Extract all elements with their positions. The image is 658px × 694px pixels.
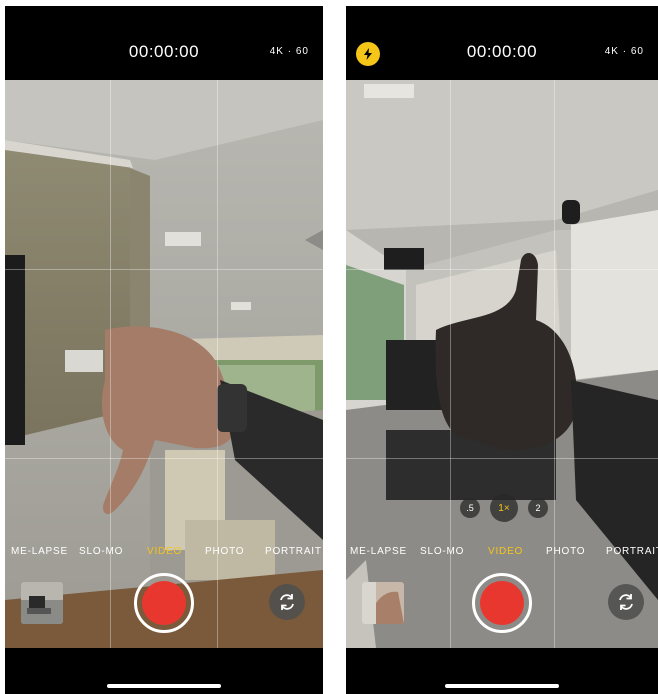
- mode-selector[interactable]: ME-LAPSE SLO-MO VIDEO PHOTO PORTRAIT: [346, 546, 658, 566]
- thumbnail-image: [21, 582, 63, 624]
- mode-selector[interactable]: ME-LAPSE SLO-MO VIDEO PHOTO PORTRAIT: [5, 546, 323, 566]
- mode-slomo[interactable]: SLO-MO: [420, 546, 464, 557]
- zoom-selector[interactable]: .5 1× 2: [460, 494, 548, 522]
- mode-photo[interactable]: PHOTO: [546, 546, 585, 557]
- record-button[interactable]: [134, 573, 194, 633]
- camera-screen-left: 00:00:00 4K · 60 ME-LAPSE SLO-MO VIDEO P…: [5, 6, 323, 694]
- mode-slomo[interactable]: SLO-MO: [79, 546, 123, 557]
- lightning-bolt-icon: [364, 48, 372, 60]
- mode-photo[interactable]: PHOTO: [205, 546, 244, 557]
- mode-portrait[interactable]: PORTRAIT: [265, 546, 322, 557]
- flash-button[interactable]: [356, 42, 380, 66]
- camera-flip-icon: [619, 594, 633, 610]
- mode-portrait[interactable]: PORTRAIT: [606, 546, 658, 557]
- last-capture-thumbnail[interactable]: [21, 582, 63, 624]
- mode-video[interactable]: VIDEO: [488, 546, 523, 557]
- top-bar: 00:00:00 4K · 60: [346, 6, 658, 80]
- camera-screen-right: 00:00:00 4K · 60 .5 1× 2 ME-LAPSE SLO-MO…: [346, 6, 658, 694]
- home-indicator[interactable]: [445, 684, 559, 688]
- video-format-toggle[interactable]: 4K · 60: [605, 46, 644, 57]
- recording-timer: 00:00:00: [128, 42, 200, 61]
- recording-timer: 00:00:00: [466, 42, 538, 61]
- zoom-2x[interactable]: 2: [528, 498, 548, 518]
- camera-flip-icon: [280, 594, 294, 610]
- mode-timelapse[interactable]: ME-LAPSE: [11, 546, 68, 557]
- thumbnail-image: [362, 582, 404, 624]
- video-format-toggle[interactable]: 4K · 60: [270, 46, 309, 57]
- mode-timelapse[interactable]: ME-LAPSE: [350, 546, 407, 557]
- mode-video[interactable]: VIDEO: [147, 546, 182, 557]
- zoom-1x[interactable]: 1×: [490, 494, 518, 522]
- record-button[interactable]: [472, 573, 532, 633]
- zoom-0-5x[interactable]: .5: [460, 498, 480, 518]
- record-button-inner: [142, 581, 186, 625]
- camera-flip-button[interactable]: [608, 584, 644, 620]
- last-capture-thumbnail[interactable]: [362, 582, 404, 624]
- record-button-inner: [480, 581, 524, 625]
- top-bar: 00:00:00 4K · 60: [5, 6, 323, 80]
- camera-flip-button[interactable]: [269, 584, 305, 620]
- home-indicator[interactable]: [107, 684, 221, 688]
